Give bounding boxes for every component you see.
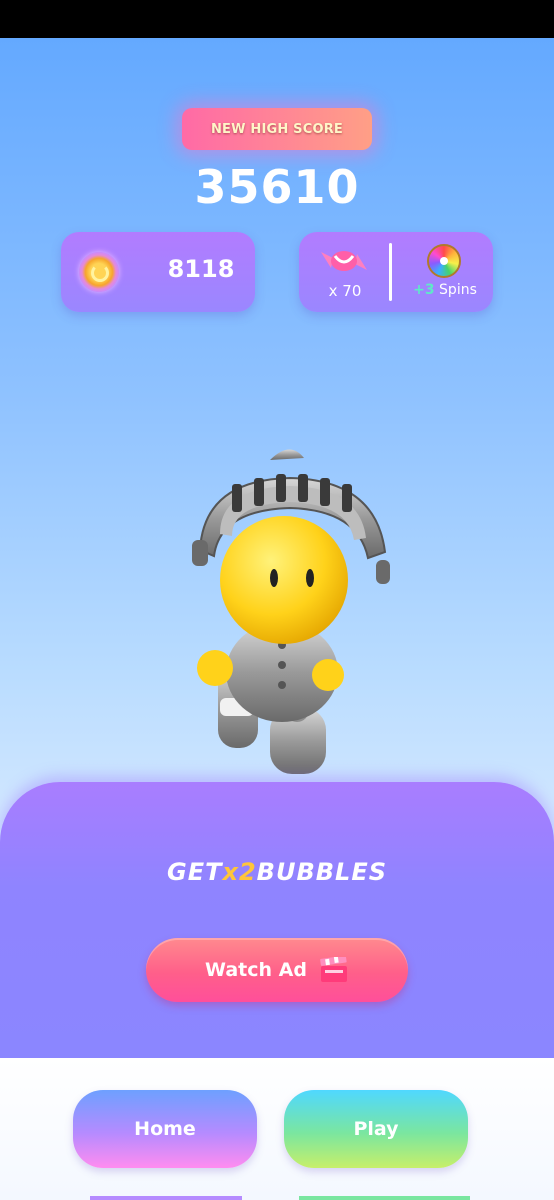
promo-multiplier: x2: [222, 858, 257, 886]
spins-bonus: +3: [413, 282, 435, 298]
coins-panel: 8118: [61, 232, 255, 312]
watch-ad-button[interactable]: Watch Ad: [146, 938, 408, 1002]
coin-count: 8118: [167, 255, 235, 283]
knight-character: [192, 449, 390, 774]
home-button[interactable]: Home: [73, 1090, 257, 1168]
prize-wheel-icon: [427, 244, 461, 278]
reward-card: [0, 782, 554, 1082]
rewards-panel: x 70 +3 Spins: [299, 232, 493, 312]
bottom-edge-strip: [90, 1196, 470, 1200]
spins-info: +3 Spins: [399, 282, 491, 298]
rewards-divider: [389, 243, 392, 301]
score-value: 35610: [194, 160, 360, 214]
double-bubbles-promo: GETx2BUBBLES: [0, 858, 554, 886]
play-button[interactable]: Play: [284, 1090, 468, 1168]
spins-label: Spins: [439, 282, 477, 298]
status-bar: [0, 0, 554, 38]
watch-ad-label: Watch Ad: [205, 959, 307, 981]
coin-icon: [79, 252, 119, 292]
candy-icon: [321, 251, 367, 271]
promo-suffix: BUBBLES: [256, 858, 387, 886]
promo-prefix: GET: [167, 858, 223, 886]
candy-count: x 70: [328, 282, 362, 300]
clapperboard-icon: [320, 957, 347, 982]
new-high-score-badge: NEW HIGH SCORE: [182, 108, 372, 150]
